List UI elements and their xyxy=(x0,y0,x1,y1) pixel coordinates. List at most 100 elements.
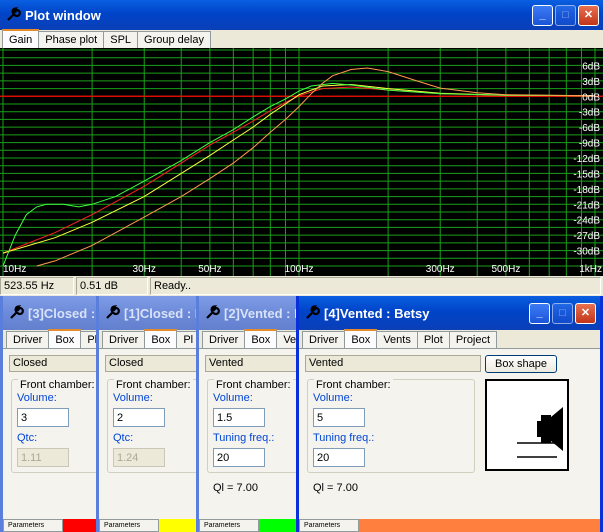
enclosure-panel: Closed Front chamber: Volume: Qtc: xyxy=(3,348,110,532)
y-tick-label: 0dB xyxy=(582,92,600,103)
volume-input[interactable] xyxy=(17,408,69,427)
curve-color-swatch xyxy=(359,519,600,532)
parameters-strip: Parameters xyxy=(3,519,110,532)
maximize-icon[interactable]: □ xyxy=(555,4,576,26)
box-shape-button[interactable]: Box shape xyxy=(485,355,557,373)
front-chamber-label: Front chamber: xyxy=(114,379,193,391)
x-tick-label: 10Hz xyxy=(3,264,26,275)
wrench-icon xyxy=(306,305,320,319)
tab-box[interactable]: Box xyxy=(48,329,82,348)
volume-label: Volume: xyxy=(113,392,153,404)
front-chamber-label: Front chamber: xyxy=(314,379,393,391)
tab-box[interactable]: Box xyxy=(344,329,378,348)
x-tick-label: 50Hz xyxy=(198,264,221,275)
plot-window-title: Plot window xyxy=(25,7,101,23)
second-param-input[interactable] xyxy=(113,448,165,467)
close-icon[interactable]: ✕ xyxy=(578,4,599,26)
enclosure-tabs: Driver Box Pl xyxy=(102,329,201,348)
x-tick-label: 30Hz xyxy=(133,264,156,275)
y-tick-label: -30dB xyxy=(573,247,600,258)
status-message: Ready.. xyxy=(150,277,601,295)
minimize-icon[interactable]: _ xyxy=(529,302,550,324)
volume-input[interactable] xyxy=(213,408,265,427)
x-tick-label: 500Hz xyxy=(491,264,520,275)
box-preview xyxy=(485,379,569,471)
y-tick-label: -18dB xyxy=(573,185,600,196)
plot-window: Plot window _ □ ✕ Gain Phase plot SPL Gr… xyxy=(0,0,603,296)
enclosure-tabs: Driver Box Pl xyxy=(6,329,105,348)
second-param-label: Tuning freq.: xyxy=(313,432,375,444)
parameters-tab[interactable]: Parameters xyxy=(299,519,359,532)
front-chamber-label: Front chamber: xyxy=(214,379,293,391)
y-tick-label: -3dB xyxy=(579,108,600,119)
wrench-icon xyxy=(10,305,24,319)
volume-label: Volume: xyxy=(17,392,57,404)
enclosure-panel: Vented Front chamber: Volume: Tuning fre… xyxy=(299,348,600,532)
enclosure-panel: Vented Front chamber: Volume: Tuning fre… xyxy=(199,348,308,532)
y-tick-label: -12dB xyxy=(573,154,600,165)
y-tick-label: 3dB xyxy=(582,77,600,88)
parameters-tab[interactable]: Parameters xyxy=(199,519,259,532)
second-param-input[interactable] xyxy=(213,448,265,467)
ql-readout: Ql = 7.00 xyxy=(313,482,358,494)
volume-input[interactable] xyxy=(113,408,165,427)
parameters-tab[interactable]: Parameters xyxy=(99,519,159,532)
second-param-label: Tuning freq.: xyxy=(213,432,275,444)
minimize-icon[interactable]: _ xyxy=(532,4,553,26)
enclosure-titlebar[interactable]: [2]Vented : Betsy xyxy=(199,296,308,330)
series-line-3 xyxy=(36,67,596,267)
x-tick-label: 1kHz xyxy=(579,264,602,275)
enclosure-tabs: Driver Box Ve xyxy=(202,329,304,348)
tab-project[interactable]: Project xyxy=(448,331,498,348)
wrench-icon xyxy=(206,305,220,319)
plot-tabs: Gain Phase plot SPL Group delay xyxy=(0,29,211,48)
volume-label: Volume: xyxy=(313,392,353,404)
speaker-icon xyxy=(517,407,563,458)
wrench-icon xyxy=(7,7,21,21)
plot-titlebar[interactable]: Plot window _ □ ✕ xyxy=(0,0,603,30)
ql-readout: Ql = 7.00 xyxy=(213,482,258,494)
enclosure-titlebar[interactable]: [1]Closed : Elm xyxy=(99,296,211,330)
close-icon[interactable]: ✕ xyxy=(575,302,596,324)
gain-plot[interactable]: 6dB 3dB 0dB -3dB -6dB -9dB -12dB -15dB -18dB -21d… xyxy=(0,48,603,276)
status-gain: 0.51 dB xyxy=(76,277,148,295)
tab-driver[interactable]: Driver xyxy=(302,331,346,348)
second-param-input[interactable] xyxy=(17,448,69,467)
y-tick-label: -27dB xyxy=(573,231,600,242)
tab-gain[interactable]: Gain xyxy=(2,29,40,48)
parameters-tab[interactable]: Parameters xyxy=(3,519,63,532)
wrench-icon xyxy=(106,305,120,319)
enclosure-panel: Closed Front chamber: Volume: Qtc: xyxy=(99,348,211,532)
tab-plot[interactable]: Plot xyxy=(416,331,450,348)
enclosure-titlebar[interactable]: [3]Closed : Elm xyxy=(3,296,110,330)
enclosure-type: Closed xyxy=(9,355,110,372)
maximize-icon[interactable]: □ xyxy=(552,302,573,324)
enclosure-type: Vented xyxy=(205,355,308,372)
volume-input[interactable] xyxy=(313,408,365,427)
y-tick-label: -9dB xyxy=(579,139,600,150)
tab-driver[interactable]: Driver xyxy=(102,331,146,348)
tab-group-delay[interactable]: Group delay xyxy=(137,31,211,48)
status-frequency: 523.55 Hz xyxy=(0,277,74,295)
enclosure-titlebar[interactable]: [4]Vented : Betsy _ □ ✕ xyxy=(299,296,600,330)
y-tick-label: -15dB xyxy=(573,169,600,180)
gain-chart: 6dB 3dB 0dB -3dB -6dB -9dB -12dB -15dB -18dB -21d… xyxy=(0,48,603,276)
enclosure-window-2: [2]Vented : Betsy DriverBoxVe Vented Fro… xyxy=(196,296,308,532)
y-tick-label: -24dB xyxy=(573,216,600,227)
y-tick-label: -6dB xyxy=(579,123,600,134)
tab-vents[interactable]: Vents xyxy=(376,331,418,348)
tab-phase-plot[interactable]: Phase plot xyxy=(38,31,105,48)
enclosure-type: Vented xyxy=(305,355,481,372)
parameters-strip: Parameters xyxy=(99,519,211,532)
tab-box[interactable]: Box xyxy=(244,329,278,348)
tab-spl[interactable]: SPL xyxy=(103,31,139,48)
second-param-input[interactable] xyxy=(313,448,365,467)
y-tick-label: 6dB xyxy=(582,61,600,72)
second-param-label: Qtc: xyxy=(113,432,134,444)
tab-box[interactable]: Box xyxy=(144,329,178,348)
tab-driver[interactable]: Driver xyxy=(202,331,246,348)
enclosure-window-1: [1]Closed : Elm Driver Box Pl Closed Front… xyxy=(96,296,211,532)
volume-label: Volume: xyxy=(213,392,253,404)
x-tick-label: 300Hz xyxy=(426,264,455,275)
tab-driver[interactable]: Driver xyxy=(6,331,50,348)
